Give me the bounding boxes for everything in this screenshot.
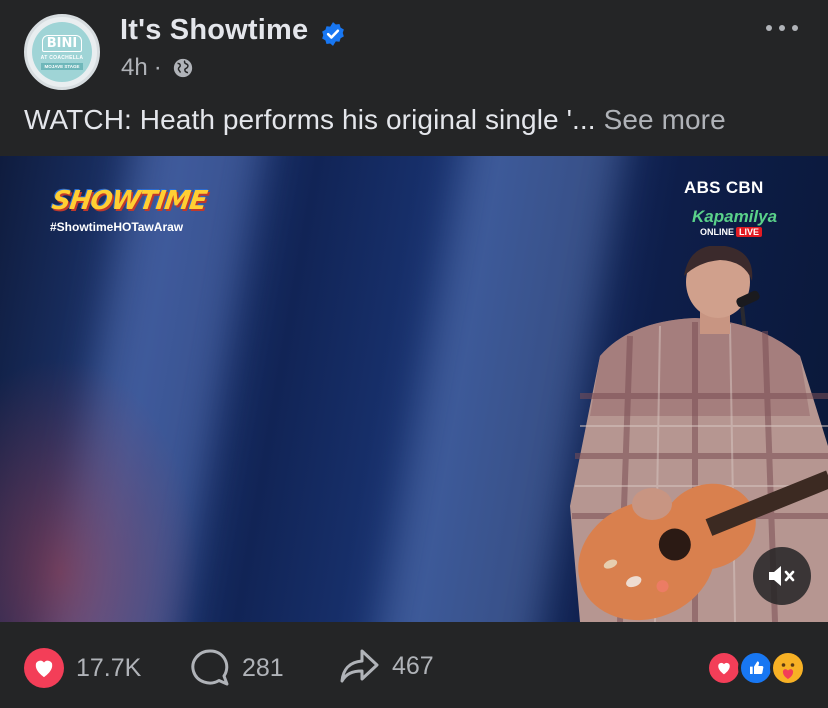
stage-light-glow (0, 356, 200, 622)
comment-icon (191, 649, 229, 686)
post-caption: WATCH: Heath performs his original singl… (24, 104, 726, 136)
heart-icon (24, 648, 64, 688)
avatar-logo-text: BINI (41, 34, 83, 52)
dot-icon (792, 25, 798, 31)
caption-text: WATCH: Heath performs his original singl… (24, 104, 596, 135)
showtime-logo: SHOWTIME (49, 186, 209, 216)
page-avatar[interactable]: BINI AT COACHELLA MOJAVE STAGE (24, 14, 100, 90)
reaction-summary[interactable] (706, 650, 806, 686)
see-more-link[interactable]: See more (604, 104, 726, 135)
more-options-button[interactable] (762, 18, 802, 38)
dot-icon (779, 25, 785, 31)
page-name-link[interactable]: It's Showtime (120, 14, 308, 47)
comments-count: 281 (242, 653, 284, 682)
post-header: BINI AT COACHELLA MOJAVE STAGE It's Show… (0, 0, 828, 100)
avatar-line-1: AT COACHELLA (40, 54, 84, 61)
channel-logo: Kapamilya (692, 207, 778, 226)
dot-icon (766, 25, 772, 31)
share-button[interactable]: 467 (340, 648, 434, 684)
globe-icon (173, 58, 192, 78)
online-live-badge: ONLINE LIVE (700, 227, 763, 237)
unmute-button[interactable] (753, 547, 811, 605)
video-hashtag: #ShowtimeHOTawAraw (50, 220, 184, 234)
comment-button[interactable]: 281 (190, 648, 284, 688)
speaker-muted-icon (769, 566, 795, 586)
meta-separator: · (153, 54, 162, 81)
avatar-line-2: MOJAVE STAGE (41, 62, 83, 70)
like-reaction-icon (738, 650, 774, 686)
post-timestamp[interactable]: 4h (121, 54, 148, 82)
avatar-artwork: BINI AT COACHELLA MOJAVE STAGE (32, 22, 92, 82)
share-icon (340, 649, 379, 683)
verified-badge-icon (322, 22, 344, 46)
love-reaction-icon (706, 650, 742, 686)
live-label: LIVE (736, 227, 763, 237)
care-reaction-icon (770, 650, 806, 686)
video-player[interactable]: SHOWTIME #ShowtimeHOTawAraw ABS CBN Kapa… (0, 156, 828, 622)
react-button[interactable]: 17.7K (24, 648, 141, 688)
post-meta: 4h · (121, 54, 194, 82)
online-label: ONLINE (700, 227, 735, 237)
post-footer: 17.7K 281 467 (0, 622, 828, 708)
reactions-count: 17.7K (76, 653, 142, 682)
network-logo: ABS CBN (684, 178, 764, 197)
shares-count: 467 (392, 651, 434, 680)
